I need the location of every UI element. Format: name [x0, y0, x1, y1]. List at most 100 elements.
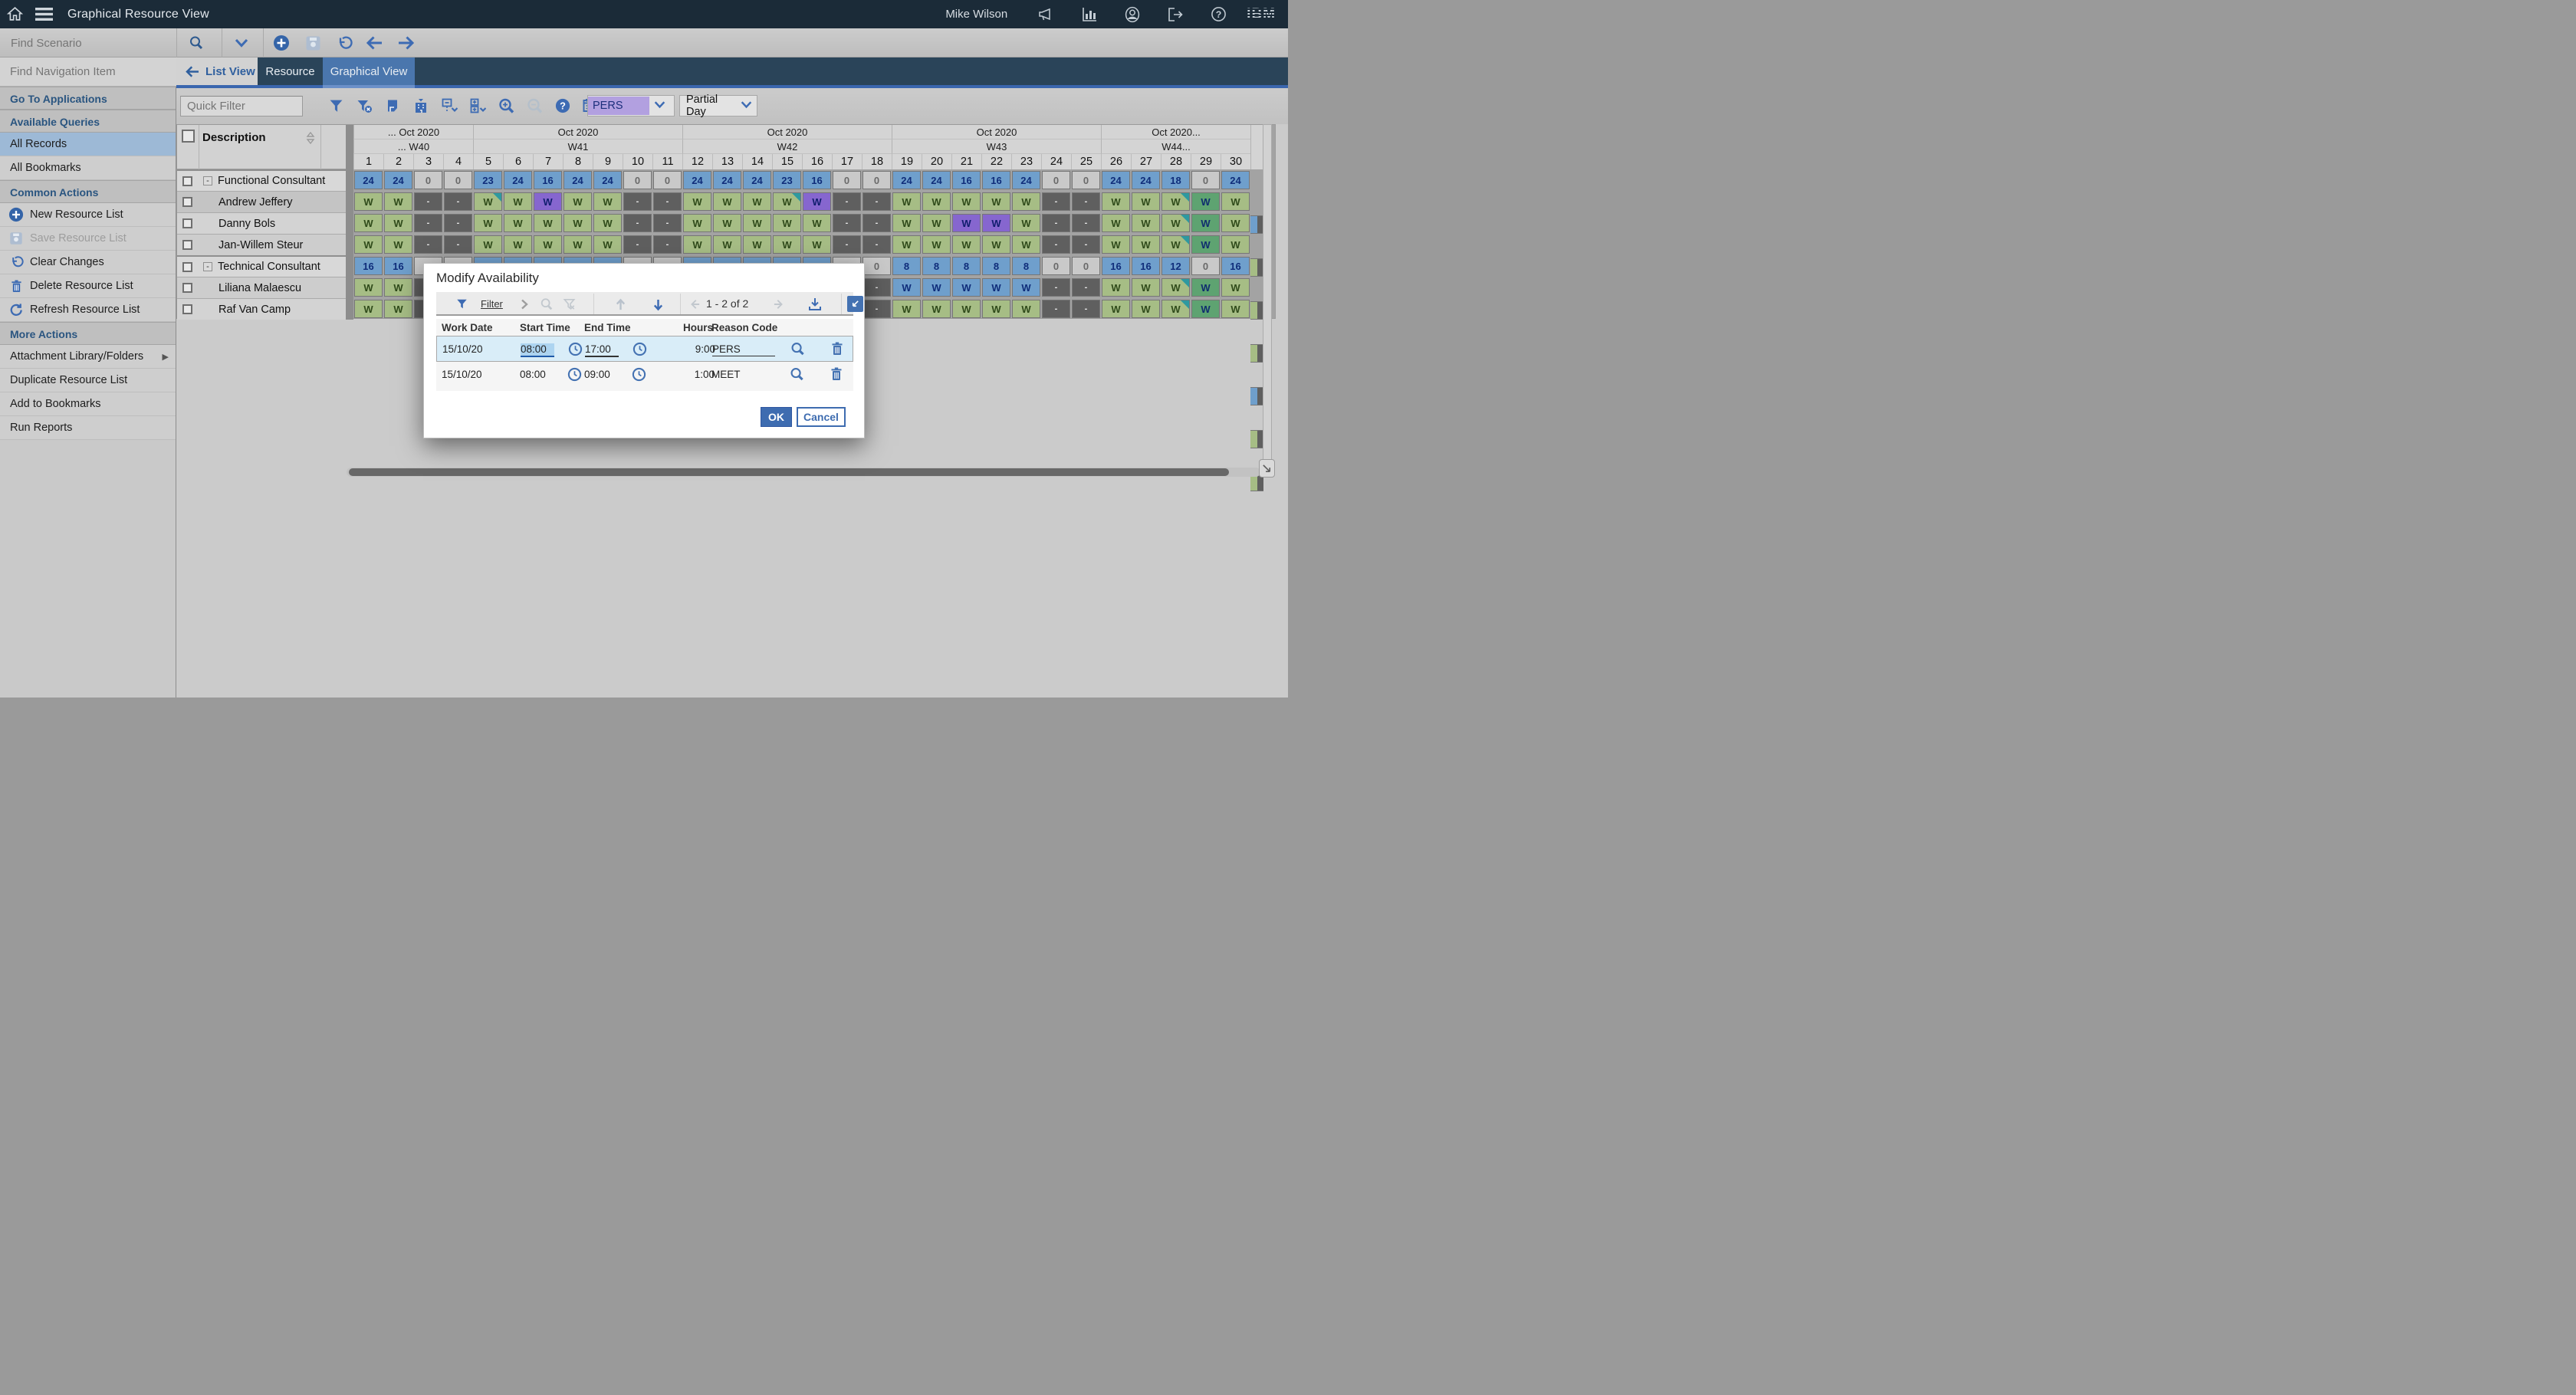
availability-cell[interactable]: W — [1191, 192, 1220, 211]
collapse-group-icon[interactable]: - — [203, 176, 212, 185]
availability-cell[interactable]: W — [803, 214, 831, 232]
availability-cell[interactable]: 24 — [564, 171, 592, 189]
end-time-value[interactable]: 09:00 — [584, 369, 619, 380]
availability-cell[interactable]: W — [982, 192, 1010, 211]
availability-cell[interactable]: W — [354, 235, 383, 254]
resource-name[interactable]: Functional Consultant — [218, 175, 325, 187]
availability-cell[interactable]: 0 — [1072, 171, 1100, 189]
availability-cell[interactable]: 24 — [354, 171, 383, 189]
availability-cell[interactable]: 24 — [1132, 171, 1160, 189]
availability-cell[interactable]: W — [1191, 278, 1220, 297]
availability-cell[interactable]: - — [863, 278, 891, 297]
availability-cell[interactable]: W — [1102, 235, 1130, 254]
availability-cell[interactable]: W — [922, 300, 951, 318]
scroll-corner-button[interactable] — [1259, 459, 1275, 478]
availability-cell[interactable]: - — [833, 214, 861, 232]
help-icon[interactable]: ? — [1204, 0, 1233, 28]
availability-cell[interactable]: - — [863, 300, 891, 318]
row-checkbox[interactable] — [182, 240, 192, 250]
availability-cell[interactable]: W — [1221, 300, 1250, 318]
availability-cell[interactable]: - — [414, 214, 442, 232]
availability-cell[interactable]: W — [1162, 214, 1190, 232]
clock-icon[interactable] — [632, 341, 647, 356]
availability-cell[interactable]: W — [474, 235, 502, 254]
availability-cell[interactable]: W — [504, 192, 532, 211]
availability-cell[interactable]: - — [863, 235, 891, 254]
arrow-left-icon[interactable] — [366, 34, 384, 52]
sidebar-item-new-resource-list[interactable]: New Resource List — [0, 203, 176, 227]
collapse-all-icon[interactable] — [440, 95, 458, 117]
availability-cell[interactable]: 16 — [354, 257, 383, 275]
availability-cell[interactable]: W — [1162, 278, 1190, 297]
availability-cell[interactable]: 0 — [833, 171, 861, 189]
availability-cell[interactable]: W — [1102, 278, 1130, 297]
availability-cell[interactable]: W — [892, 214, 921, 232]
availability-cell[interactable]: 24 — [504, 171, 532, 189]
availability-cell[interactable]: W — [1012, 278, 1040, 297]
availability-cell[interactable]: W — [564, 192, 592, 211]
resource-name[interactable]: Technical Consultant — [218, 261, 320, 273]
filter-link[interactable]: Filter — [481, 298, 503, 310]
availability-cell[interactable]: W — [743, 192, 771, 211]
availability-cell[interactable]: W — [534, 214, 562, 232]
availability-cell[interactable]: W — [1221, 192, 1250, 211]
availability-cell[interactable]: W — [683, 214, 711, 232]
availability-cell[interactable]: W — [683, 235, 711, 254]
availability-cell[interactable]: W — [1162, 300, 1190, 318]
availability-cell[interactable]: 24 — [1012, 171, 1040, 189]
row-checkbox[interactable] — [182, 176, 192, 186]
availability-cell[interactable]: W — [384, 235, 412, 254]
availability-cell[interactable]: W — [743, 214, 771, 232]
availability-cell[interactable]: W — [743, 235, 771, 254]
arrow-right-icon[interactable] — [396, 34, 415, 52]
availability-cell[interactable]: W — [1221, 235, 1250, 254]
ok-button[interactable]: OK — [761, 407, 792, 427]
row-checkbox[interactable] — [182, 262, 192, 272]
availability-cell[interactable]: 24 — [922, 171, 951, 189]
lookup-icon[interactable] — [789, 366, 804, 382]
search-icon[interactable] — [187, 34, 205, 52]
availability-cell[interactable]: W — [1012, 235, 1040, 254]
sidebar-item-duplicate-resource-list[interactable]: Duplicate Resource List — [0, 369, 176, 392]
availability-cell[interactable]: W — [354, 214, 383, 232]
availability-cell[interactable]: W — [1102, 192, 1130, 211]
availability-cell[interactable]: 0 — [863, 257, 891, 275]
clock-icon[interactable] — [567, 366, 582, 382]
availability-cell[interactable]: W — [952, 192, 981, 211]
availability-cell[interactable]: W — [773, 192, 801, 211]
org-filter-icon[interactable] — [412, 95, 430, 117]
availability-cell[interactable]: 16 — [534, 171, 562, 189]
availability-cell[interactable]: - — [653, 192, 682, 211]
availability-cell[interactable]: W — [982, 214, 1010, 232]
availability-cell[interactable]: - — [444, 192, 472, 211]
availability-cell[interactable]: W — [803, 235, 831, 254]
availability-cell[interactable]: 12 — [1162, 257, 1190, 275]
availability-cell[interactable]: - — [1042, 278, 1070, 297]
menu-icon[interactable] — [29, 0, 58, 28]
availability-cell[interactable]: W — [1191, 300, 1220, 318]
availability-cell[interactable]: - — [833, 235, 861, 254]
row-description[interactable]: Liliana Malaescu — [177, 277, 346, 298]
availability-cell[interactable]: 16 — [803, 171, 831, 189]
undo-icon[interactable] — [335, 34, 353, 52]
availability-cell[interactable]: 16 — [1132, 257, 1160, 275]
availability-cell[interactable]: W — [354, 278, 383, 297]
sidebar-item-clear-changes[interactable]: Clear Changes — [0, 251, 176, 274]
row-description[interactable]: Andrew Jeffery — [177, 191, 346, 212]
availability-cell[interactable]: W — [354, 300, 383, 318]
filter-icon[interactable] — [453, 296, 470, 313]
availability-cell[interactable]: W — [534, 192, 562, 211]
find-navigation-input[interactable] — [0, 57, 176, 87]
availability-cell[interactable]: W — [982, 278, 1010, 297]
availability-cell[interactable]: 0 — [1191, 171, 1220, 189]
availability-cell[interactable]: 8 — [922, 257, 951, 275]
availability-cell[interactable]: W — [892, 235, 921, 254]
availability-cell[interactable]: 16 — [1221, 257, 1250, 275]
availability-cell[interactable]: W — [713, 235, 741, 254]
availability-cell[interactable]: - — [653, 235, 682, 254]
availability-cell[interactable]: W — [1221, 214, 1250, 232]
availability-cell[interactable]: 24 — [713, 171, 741, 189]
zoom-in-icon[interactable] — [497, 95, 515, 117]
availability-cell[interactable]: W — [892, 278, 921, 297]
tab-resource[interactable]: Resource — [258, 57, 323, 85]
